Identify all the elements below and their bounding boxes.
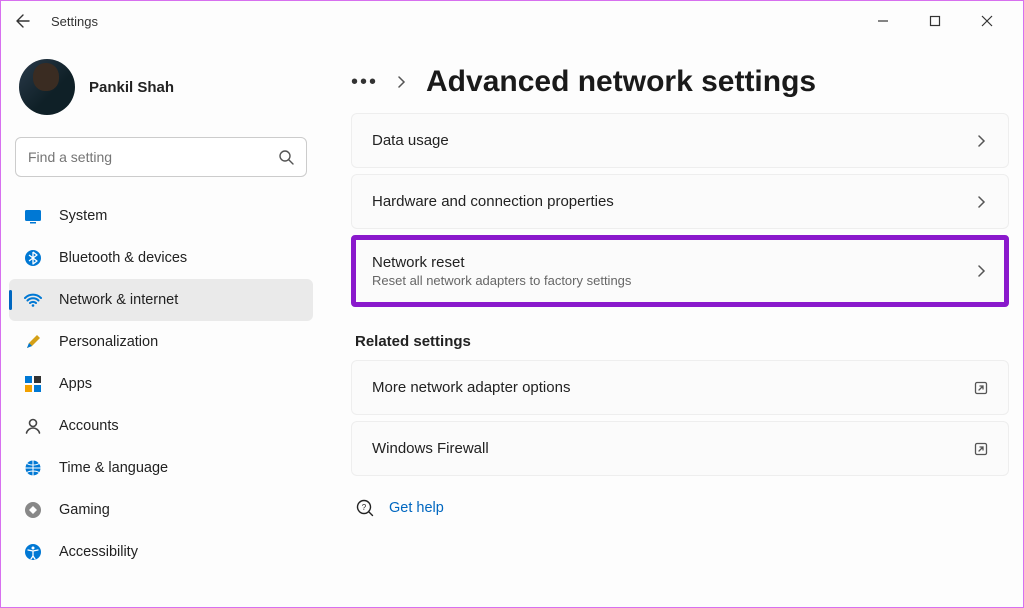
sidebar-item-label: Time & language [59,460,168,476]
bluetooth-icon [23,248,43,268]
sidebar-item-bluetooth[interactable]: Bluetooth & devices [9,237,313,279]
maximize-button[interactable] [921,7,949,35]
card-data-usage[interactable]: Data usage [351,113,1009,168]
gamepad-icon [23,500,43,520]
avatar [19,59,75,115]
user-name: Pankil Shah [89,79,174,96]
sidebar-item-personalization[interactable]: Personalization [9,321,313,363]
sidebar-item-label: System [59,208,107,224]
sidebar: Pankil Shah System Bluetooth & devices N… [1,41,321,607]
card-title: Windows Firewall [372,440,489,457]
sidebar-item-label: Accessibility [59,544,138,560]
card-network-reset[interactable]: Network reset Reset all network adapters… [351,235,1009,307]
close-icon [981,15,993,27]
section-header-related: Related settings [355,333,1009,350]
minimize-button[interactable] [869,7,897,35]
card-windows-firewall[interactable]: Windows Firewall [351,421,1009,476]
chevron-right-icon [976,265,988,277]
help-icon: ? [355,498,375,518]
search-input[interactable] [28,149,278,165]
breadcrumb-overflow[interactable]: ••• [351,71,378,94]
system-icon [23,206,43,226]
card-subtitle: Reset all network adapters to factory se… [372,273,631,288]
chevron-right-icon [396,76,408,88]
svg-text:?: ? [362,503,367,512]
accessibility-icon [23,542,43,562]
sidebar-item-label: Network & internet [59,292,178,308]
sidebar-item-label: Bluetooth & devices [59,250,187,266]
sidebar-item-accessibility[interactable]: Accessibility [9,531,313,573]
search-box[interactable] [15,137,307,177]
sidebar-item-network[interactable]: Network & internet [9,279,313,321]
paintbrush-icon [23,332,43,352]
card-title: Network reset [372,254,631,271]
back-button[interactable] [9,7,37,35]
sidebar-nav: System Bluetooth & devices Network & int… [9,195,313,573]
external-link-icon [974,442,988,456]
chevron-right-icon [976,196,988,208]
card-title: Data usage [372,132,449,149]
sidebar-item-time-language[interactable]: Time & language [9,447,313,489]
window-title: Settings [51,14,98,29]
titlebar: Settings [1,1,1023,41]
sidebar-item-label: Accounts [59,418,119,434]
breadcrumb: ••• Advanced network settings [351,65,1009,99]
close-button[interactable] [973,7,1001,35]
sidebar-item-accounts[interactable]: Accounts [9,405,313,447]
minimize-icon [877,15,889,27]
page-title: Advanced network settings [426,65,816,99]
user-block[interactable]: Pankil Shah [9,53,313,133]
apps-icon [23,374,43,394]
external-link-icon [974,381,988,395]
chevron-right-icon [976,135,988,147]
wifi-icon [23,290,43,310]
get-help-link[interactable]: Get help [389,500,444,516]
arrow-left-icon [15,13,31,29]
card-title: More network adapter options [372,379,570,396]
sidebar-item-label: Personalization [59,334,158,350]
sidebar-item-system[interactable]: System [9,195,313,237]
sidebar-item-apps[interactable]: Apps [9,363,313,405]
main-panel: ••• Advanced network settings Data usage… [321,41,1023,607]
card-adapter-options[interactable]: More network adapter options [351,360,1009,415]
sidebar-item-gaming[interactable]: Gaming [9,489,313,531]
sidebar-item-label: Gaming [59,502,110,518]
sidebar-item-label: Apps [59,376,92,392]
help-row: ? Get help [351,498,1009,518]
window-controls [869,7,1015,35]
search-icon [278,149,294,165]
card-title: Hardware and connection properties [372,193,614,210]
card-hardware-properties[interactable]: Hardware and connection properties [351,174,1009,229]
globe-icon [23,458,43,478]
maximize-icon [929,15,941,27]
person-icon [23,416,43,436]
